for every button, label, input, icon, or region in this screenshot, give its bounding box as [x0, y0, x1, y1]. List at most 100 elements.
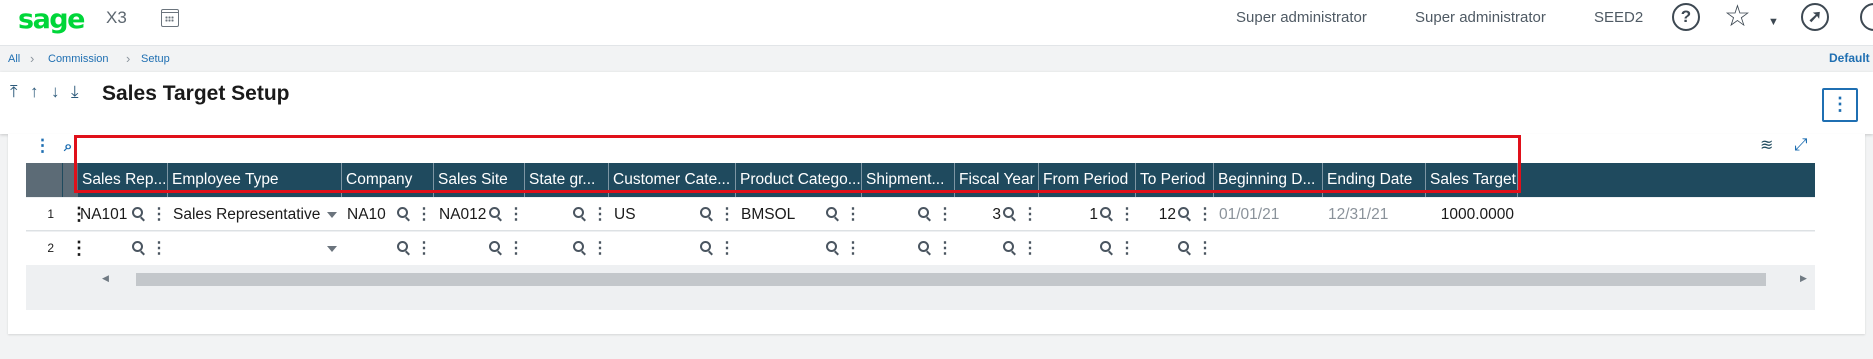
sales-site-cell[interactable]: NA012 ⋮ — [434, 198, 525, 231]
from-period-cell[interactable]: ⋮ — [1039, 232, 1136, 265]
fiscal-year-cell[interactable]: 3 ⋮ — [955, 198, 1039, 231]
chevron-down-icon[interactable]: ▼ — [1768, 16, 1779, 28]
breadcrumb-all[interactable]: All — [8, 53, 20, 65]
more-vertical-icon[interactable]: ⋮ — [416, 232, 432, 265]
employee-type-cell[interactable] — [168, 232, 342, 265]
search-icon[interactable] — [397, 207, 408, 218]
more-vertical-icon[interactable]: ⋮ — [1822, 88, 1858, 122]
search-icon[interactable] — [132, 207, 143, 218]
more-vertical-icon[interactable]: ⋮ — [845, 232, 861, 265]
search-icon[interactable] — [1860, 3, 1873, 31]
more-vertical-icon[interactable]: ⋮ — [592, 198, 608, 231]
sales-rep-cell[interactable]: NA101 ⋮ — [78, 198, 168, 231]
more-vertical-icon[interactable]: ⋮ — [508, 198, 524, 231]
calendar-icon[interactable] — [161, 9, 179, 27]
company-cell[interactable]: NA10 ⋮ — [342, 198, 434, 231]
chevron-down-icon[interactable] — [327, 212, 337, 218]
more-vertical-icon[interactable]: ⋮ — [845, 198, 861, 231]
search-icon[interactable]: ⌕ — [64, 138, 72, 155]
next-record-icon[interactable]: ↓ — [51, 82, 60, 102]
from-period-cell[interactable]: 1 ⋮ — [1039, 198, 1136, 231]
search-icon[interactable] — [1003, 241, 1014, 252]
breadcrumb-commission[interactable]: Commission — [48, 53, 109, 65]
more-vertical-icon[interactable]: ⋮ — [1119, 198, 1135, 231]
scroll-left-icon[interactable]: ◀ — [102, 273, 109, 284]
last-record-icon[interactable]: ⤓ — [71, 82, 79, 102]
employee-type-cell[interactable]: Sales Representative — [168, 198, 342, 231]
more-vertical-icon[interactable]: ⋮ — [34, 136, 51, 156]
default-link[interactable]: Default — [1829, 51, 1870, 65]
more-vertical-icon[interactable]: ⋮ — [937, 198, 953, 231]
scrollbar-thumb[interactable] — [136, 273, 1766, 286]
shipment-cell[interactable]: ⋮ — [862, 198, 955, 231]
more-vertical-icon[interactable]: ⋮ — [151, 232, 167, 265]
more-vertical-icon[interactable]: ⋮ — [937, 232, 953, 265]
search-icon[interactable] — [1178, 241, 1189, 252]
product-category-cell[interactable]: ⋮ — [736, 232, 862, 265]
search-icon[interactable] — [489, 207, 500, 218]
search-icon[interactable] — [826, 241, 837, 252]
search-icon[interactable] — [489, 241, 500, 252]
breadcrumb: All › Commission › Setup Default — [0, 47, 1873, 71]
star-icon[interactable]: ☆ — [1724, 0, 1751, 34]
more-vertical-icon[interactable]: ⋮ — [508, 232, 524, 265]
search-icon[interactable] — [918, 241, 929, 252]
search-icon[interactable] — [918, 207, 929, 218]
more-vertical-icon[interactable]: ⋮ — [1022, 232, 1038, 265]
page-title: Sales Target Setup — [102, 82, 290, 105]
more-vertical-icon[interactable]: ⋮ — [1022, 198, 1038, 231]
help-icon[interactable]: ? — [1672, 3, 1700, 31]
horizontal-scrollbar[interactable]: ◀ ▶ — [98, 272, 1813, 287]
search-icon[interactable] — [700, 207, 711, 218]
previous-record-icon[interactable]: ↑ — [30, 82, 39, 102]
folder-link[interactable]: SEED2 — [1594, 9, 1643, 26]
product-category-cell[interactable]: BMSOL ⋮ — [736, 198, 862, 231]
more-vertical-icon[interactable]: ⋮ — [151, 198, 167, 231]
to-period-cell[interactable]: 12 ⋮ — [1136, 198, 1214, 231]
search-icon[interactable] — [132, 241, 143, 252]
customer-category-cell[interactable]: ⋮ — [609, 232, 736, 265]
more-vertical-icon[interactable]: ⋮ — [416, 198, 432, 231]
customer-category-cell[interactable]: US ⋮ — [609, 198, 736, 231]
breadcrumb-setup[interactable]: Setup — [141, 53, 170, 65]
cell-value: BMSOL — [741, 206, 796, 223]
layers-icon[interactable]: ≋ — [1760, 135, 1773, 155]
search-icon[interactable] — [826, 207, 837, 218]
search-icon[interactable] — [397, 241, 408, 252]
compass-icon[interactable]: ➚ — [1801, 3, 1829, 31]
expand-icon[interactable]: ⤢ — [1794, 135, 1808, 155]
more-vertical-icon[interactable]: ⋮ — [719, 198, 735, 231]
first-record-icon[interactable]: ⤒ — [10, 82, 18, 102]
state-group-cell[interactable]: ⋮ — [525, 232, 609, 265]
company-cell[interactable]: ⋮ — [342, 232, 434, 265]
to-period-cell[interactable]: ⋮ — [1136, 232, 1214, 265]
search-icon[interactable] — [700, 241, 711, 252]
shipment-cell[interactable]: ⋮ — [862, 232, 955, 265]
user-name-link[interactable]: Super administrator — [1415, 9, 1546, 26]
chevron-down-icon[interactable] — [327, 246, 337, 252]
search-icon[interactable] — [1003, 207, 1014, 218]
sage-logo[interactable]: sage — [18, 4, 85, 35]
fiscal-year-cell[interactable]: ⋮ — [955, 232, 1039, 265]
more-vertical-icon[interactable]: ⋮ — [1119, 232, 1135, 265]
sales-rep-cell[interactable]: ⋮ — [78, 232, 168, 265]
table-row[interactable]: 1 ⋮ NA101 ⋮ Sales Representative NA10 ⋮ … — [26, 198, 1815, 231]
search-icon[interactable] — [1100, 241, 1111, 252]
breadcrumb-separator-icon: › — [30, 51, 35, 66]
user-role-link[interactable]: Super administrator — [1236, 9, 1367, 26]
row-number: 2 — [47, 241, 54, 255]
more-vertical-icon[interactable]: ⋮ — [592, 232, 608, 265]
more-vertical-icon[interactable]: ⋮ — [1197, 232, 1213, 265]
beginning-date-cell: 01/01/21 — [1214, 198, 1323, 231]
search-icon[interactable] — [1178, 207, 1189, 218]
search-icon[interactable] — [1100, 207, 1111, 218]
search-icon[interactable] — [573, 241, 584, 252]
sales-target-cell[interactable]: 1000.0000 — [1426, 198, 1518, 231]
sales-site-cell[interactable]: ⋮ — [434, 232, 525, 265]
more-vertical-icon[interactable]: ⋮ — [1197, 198, 1213, 231]
scroll-right-icon[interactable]: ▶ — [1800, 273, 1807, 284]
search-icon[interactable] — [573, 207, 584, 218]
state-group-cell[interactable]: ⋮ — [525, 198, 609, 231]
table-row[interactable]: 2 ⋮ ⋮ ⋮ ⋮ ⋮ ⋮ ⋮ ⋮ ⋮ ⋮ ⋮ — [26, 232, 1815, 265]
more-vertical-icon[interactable]: ⋮ — [719, 232, 735, 265]
